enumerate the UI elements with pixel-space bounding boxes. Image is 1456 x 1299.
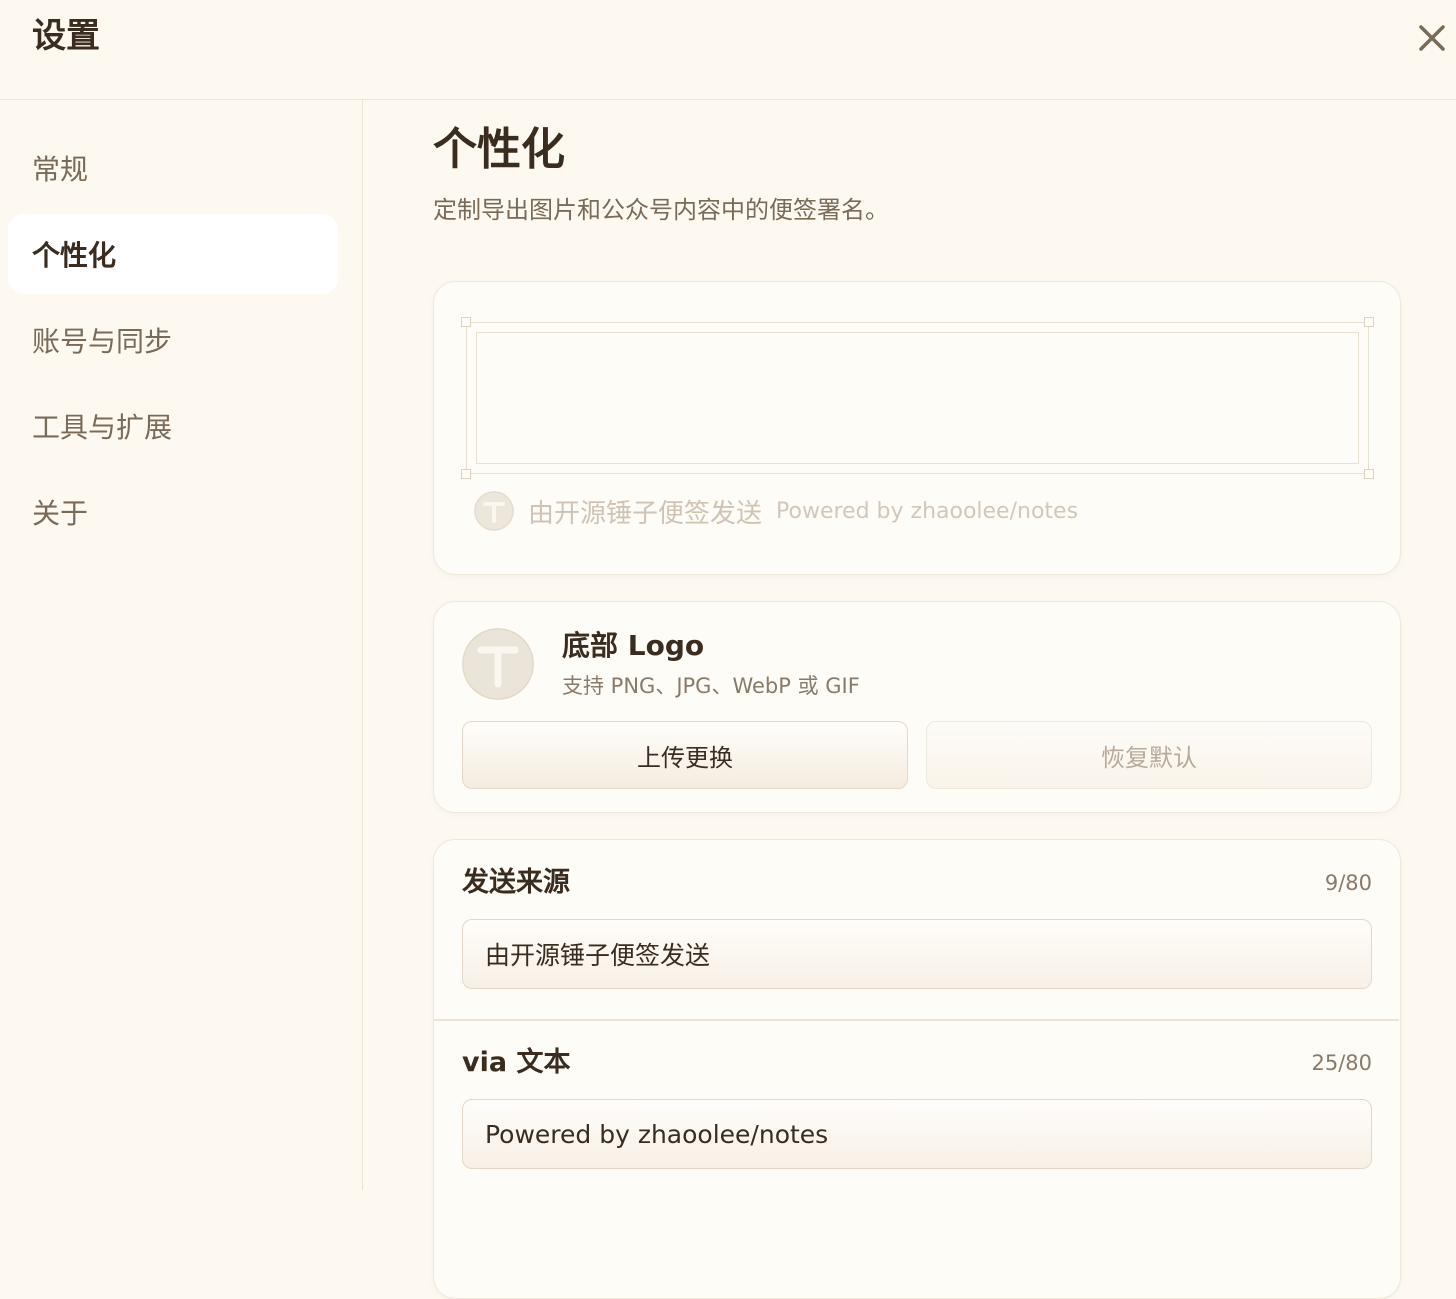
close-icon	[1419, 25, 1445, 51]
logo-format-hint: 支持 PNG、JPG、WebP 或 GIF	[562, 674, 860, 698]
sidebar-item-about[interactable]: 关于	[8, 472, 338, 552]
source-char-count: 9/80	[1324, 871, 1372, 895]
t-logo-icon	[474, 491, 514, 531]
bottom-logo-card: 底部 Logo 支持 PNG、JPG、WebP 或 GIF 上传更换 恢复默认	[433, 601, 1401, 813]
signature-source-text: 由开源锤子便签发送	[528, 498, 763, 529]
signature-fields-card: 发送来源 9/80 via 文本 25/80	[433, 839, 1401, 1299]
field-divider	[434, 1019, 1399, 1021]
source-field-label: 发送来源	[462, 867, 570, 898]
sidebar-item-label: 关于	[32, 497, 89, 530]
page-subtitle: 定制导出图片和公众号内容中的便签署名。	[433, 196, 889, 224]
via-input[interactable]	[462, 1099, 1372, 1169]
via-char-count: 25/80	[1311, 1051, 1372, 1075]
signature-via-text: Powered by zhaoolee/notes	[776, 498, 1079, 524]
sidebar-item-label: 个性化	[32, 239, 117, 272]
source-input[interactable]	[462, 919, 1372, 989]
sidebar-item-label: 账号与同步	[32, 325, 173, 358]
logo-preview	[462, 628, 534, 700]
sidebar-item-tools-extensions[interactable]: 工具与扩展	[8, 386, 338, 466]
settings-header: 设置	[0, 0, 1456, 100]
resize-handle-bottom-left[interactable]	[461, 469, 471, 479]
sidebar-item-general[interactable]: 常规	[8, 128, 338, 208]
sidebar-item-label: 工具与扩展	[32, 411, 173, 444]
signature-preview-card: 由开源锤子便签发送 Powered by zhaoolee/notes	[433, 281, 1401, 575]
t-logo-icon	[462, 628, 534, 700]
signature-preview: 由开源锤子便签发送 Powered by zhaoolee/notes	[474, 490, 1078, 532]
image-placeholder	[476, 332, 1359, 464]
resize-handle-bottom-right[interactable]	[1364, 469, 1374, 479]
close-button[interactable]	[1412, 18, 1452, 58]
page-title: 个性化	[433, 124, 565, 175]
sidebar-item-label: 常规	[32, 153, 89, 186]
sidebar-item-account-sync[interactable]: 账号与同步	[8, 300, 338, 380]
upload-logo-button[interactable]: 上传更换	[462, 721, 908, 789]
image-selection-box[interactable]	[461, 317, 1374, 479]
resize-handle-top-right[interactable]	[1364, 317, 1374, 327]
sidebar-item-personalization[interactable]: 个性化	[8, 214, 338, 294]
logo-section-title: 底部 Logo	[562, 629, 705, 662]
settings-sidebar: 常规 个性化 账号与同步 工具与扩展 关于	[0, 100, 363, 1190]
resize-handle-top-left[interactable]	[461, 317, 471, 327]
settings-title: 设置	[32, 16, 100, 56]
reset-logo-button[interactable]: 恢复默认	[926, 721, 1372, 789]
via-field-label: via 文本	[462, 1047, 571, 1078]
